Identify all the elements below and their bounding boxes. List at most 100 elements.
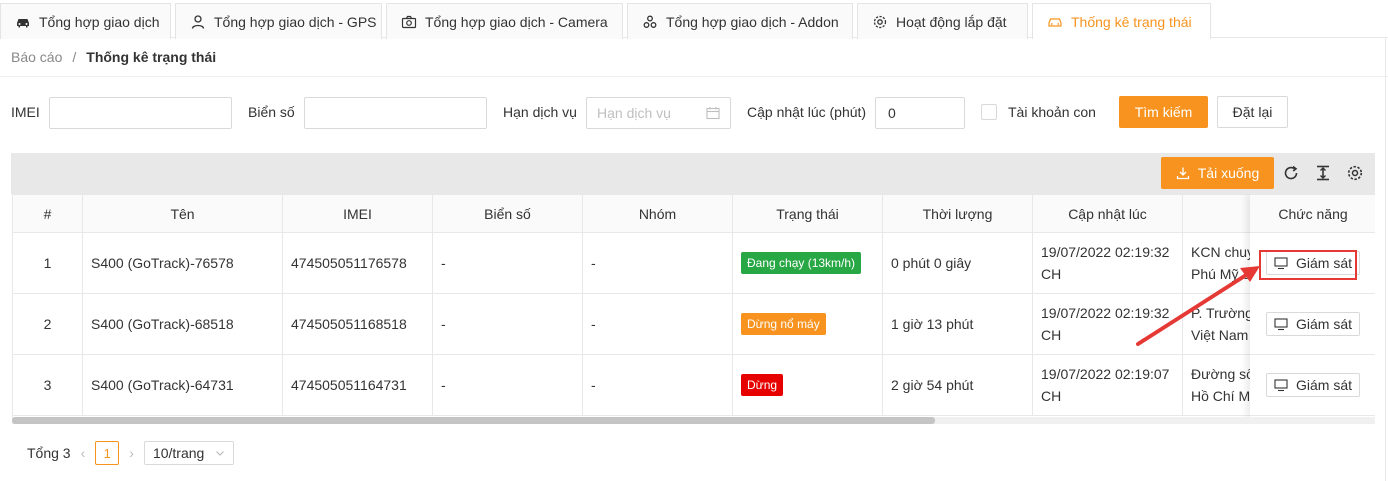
total-count: Tổng 3 <box>27 445 71 461</box>
monitor-label: Giám sát <box>1295 377 1352 393</box>
cell-status: Dừng <box>733 355 883 415</box>
tab-label: Tổng hợp giao dịch <box>39 13 160 30</box>
table-header: # Tên IMEI Biển số Nhóm Trạng thái Thời … <box>13 194 1375 233</box>
settings-icon[interactable] <box>1346 164 1364 182</box>
service-expiry-label: Hạn dịch vụ <box>503 104 577 120</box>
cell-imei: 474505051176578 <box>283 233 433 293</box>
header-group: Nhóm <box>583 195 733 233</box>
user-icon <box>191 14 205 29</box>
cell-index: 3 <box>13 355 83 415</box>
tab-label: Tổng hợp giao dịch - Addon <box>666 13 839 30</box>
breadcrumb-root[interactable]: Báo cáo <box>11 49 62 65</box>
cell-duration: 1 giờ 13 phút <box>883 294 1033 354</box>
reset-button[interactable]: Đặt lại <box>1217 96 1288 128</box>
service-expiry-placeholder: Hạn dịch vụ <box>597 105 671 121</box>
tab-transaction-summary[interactable]: Tổng hợp giao dịch <box>0 3 171 39</box>
cell-group: - <box>583 355 733 415</box>
tab-installation-activity[interactable]: Hoạt động lắp đặt <box>857 3 1028 39</box>
table-row: 3 S400 (GoTrack)-64731 474505051164731 -… <box>13 355 1375 416</box>
tab-status-statistics[interactable]: Thống kê trạng thái <box>1032 3 1211 39</box>
scrollbar-thumb[interactable] <box>12 417 935 424</box>
page-size-value: 10/trang <box>152 445 205 461</box>
divider <box>0 76 1388 77</box>
breadcrumb-current: Thống kê trạng thái <box>86 49 217 65</box>
update-minutes-label: Cập nhật lúc (phút) <box>747 104 867 120</box>
cell-index: 2 <box>13 294 83 354</box>
plate-input[interactable] <box>304 97 487 129</box>
cell-group: - <box>583 233 733 293</box>
column-height-icon[interactable] <box>1314 164 1332 182</box>
download-icon <box>1176 167 1189 180</box>
subaccount-checkbox[interactable] <box>981 104 997 120</box>
service-expiry-datepicker[interactable]: Hạn dịch vụ <box>586 97 731 129</box>
header-plate: Biển số <box>433 195 583 233</box>
horizontal-scrollbar[interactable] <box>12 417 1375 424</box>
prev-page-icon[interactable]: ‹ <box>81 445 86 461</box>
camera-icon <box>401 15 417 28</box>
car-icon <box>1048 17 1062 27</box>
cell-status: Đang chạy (13km/h) <box>733 233 883 293</box>
header-name: Tên <box>83 195 283 233</box>
header-imei: IMEI <box>283 195 433 233</box>
divider <box>1385 38 1386 481</box>
cell-name: S400 (GoTrack)-68518 <box>83 294 283 354</box>
update-minutes-input[interactable] <box>875 97 965 129</box>
imei-label: IMEI <box>11 104 40 120</box>
cell-duration: 2 giờ 54 phút <box>883 355 1033 415</box>
search-button[interactable]: Tìm kiếm <box>1119 96 1208 128</box>
cell-imei: 474505051168518 <box>283 294 433 354</box>
tab-transaction-addon[interactable]: Tổng hợp giao dịch - Addon <box>627 3 853 39</box>
monitor-button[interactable]: Giám sát <box>1266 312 1360 336</box>
next-page-icon[interactable]: › <box>129 445 134 461</box>
chevron-down-icon <box>216 451 224 456</box>
status-badge: Dừng <box>741 374 784 396</box>
cell-duration: 0 phút 0 giây <box>883 233 1033 293</box>
monitor-icon <box>1274 318 1288 331</box>
calendar-icon <box>706 107 720 120</box>
refresh-icon[interactable] <box>1282 164 1300 182</box>
tab-label: Tổng hợp giao dịch - GPS <box>214 13 377 30</box>
tab-label: Thống kê trạng thái <box>1071 13 1192 30</box>
page-size-select[interactable]: 10/trang <box>143 441 234 465</box>
car-icon <box>17 18 29 27</box>
cell-updated: 19/07/2022 02:19:07 CH <box>1033 355 1183 415</box>
tab-transaction-camera[interactable]: Tổng hợp giao dịch - Camera <box>386 3 623 39</box>
page-number[interactable]: 1 <box>95 441 120 465</box>
download-button[interactable]: Tải xuống <box>1161 157 1274 189</box>
cell-plate: - <box>433 294 583 354</box>
annotation-arrow-icon <box>1136 266 1260 346</box>
tab-transaction-gps[interactable]: Tổng hợp giao dịch - GPS <box>175 3 382 39</box>
subaccount-label: Tài khoản con <box>1008 104 1096 120</box>
header-status: Trạng thái <box>733 195 883 233</box>
monitor-label: Giám sát <box>1295 316 1352 332</box>
cell-group: - <box>583 294 733 354</box>
tab-label: Tổng hợp giao dịch - Camera <box>425 13 608 30</box>
plate-label: Biển số <box>248 104 295 120</box>
cell-status: Dừng nổ máy <box>733 294 883 354</box>
tab-bar: Tổng hợp giao dịch Tổng hợp giao dịch - … <box>0 0 1388 39</box>
monitor-button[interactable]: Giám sát <box>1266 373 1360 397</box>
cell-imei: 474505051164731 <box>283 355 433 415</box>
imei-input[interactable] <box>49 97 232 129</box>
cell-name: S400 (GoTrack)-76578 <box>83 233 283 293</box>
breadcrumb-separator: / <box>72 49 77 65</box>
action-cell: Giám sát <box>1250 355 1375 416</box>
status-badge: Dừng nổ máy <box>741 313 826 335</box>
gear-icon <box>873 15 887 28</box>
monitor-icon <box>1274 379 1288 392</box>
cell-plate: - <box>433 233 583 293</box>
header-updated: Cập nhật lúc <box>1033 195 1183 233</box>
breadcrumb: Báo cáo / Thống kê trạng thái <box>11 49 216 65</box>
header-duration: Thời lượng <box>883 195 1033 233</box>
header-actions: Chức năng <box>1250 194 1375 233</box>
cluster-icon <box>643 15 657 28</box>
tab-label: Hoạt động lắp đặt <box>896 13 1007 30</box>
cell-index: 1 <box>13 233 83 293</box>
cell-name: S400 (GoTrack)-64731 <box>83 355 283 415</box>
pagination: Tổng 3 ‹ 1 › 10/trang <box>27 441 234 465</box>
annotation-highlight <box>1259 250 1357 280</box>
header-index: # <box>13 195 83 233</box>
cell-plate: - <box>433 355 583 415</box>
status-badge: Đang chạy (13km/h) <box>741 252 862 274</box>
download-label: Tải xuống <box>1197 165 1260 181</box>
